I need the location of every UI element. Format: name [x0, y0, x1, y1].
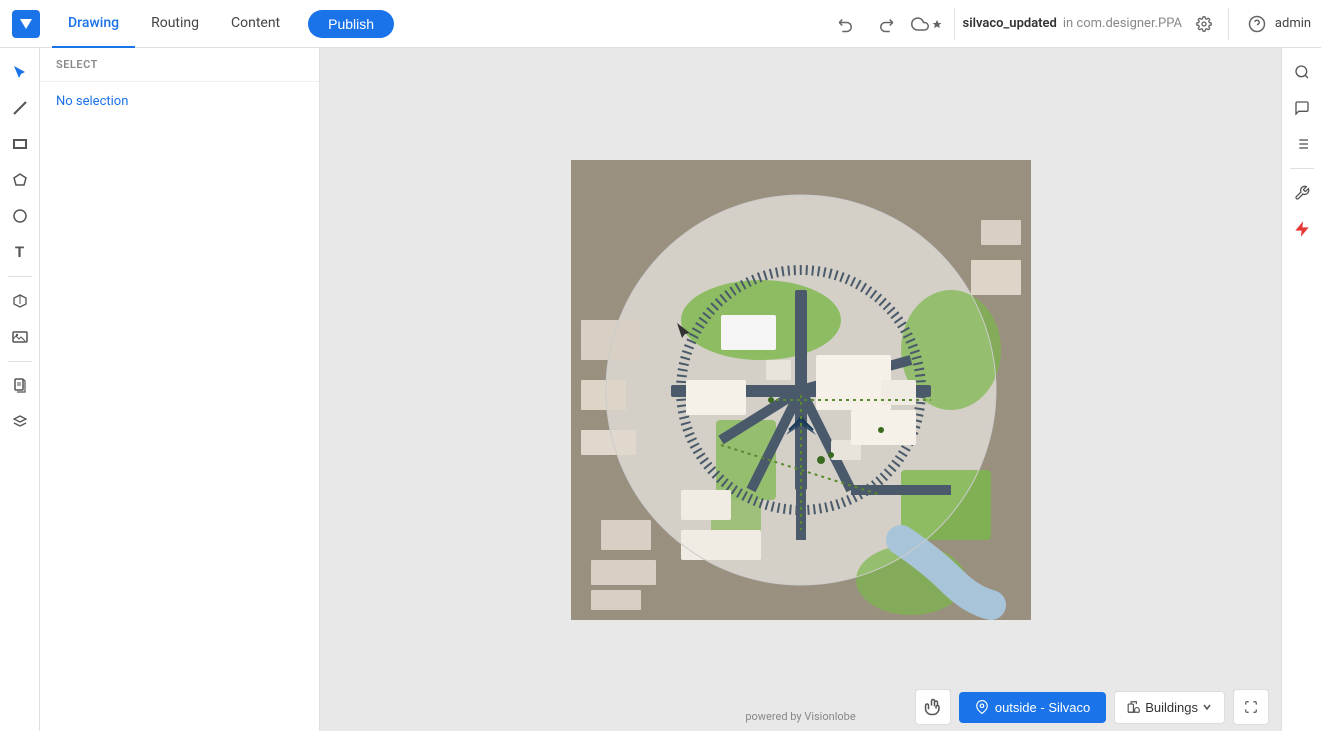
canvas-area[interactable]: powered by Visionlobe outside - Silvaco … [320, 48, 1281, 731]
fullscreen-button[interactable] [1233, 689, 1269, 725]
document-tool[interactable] [4, 370, 36, 402]
tab-content[interactable]: Content [215, 0, 296, 48]
bottom-bar: outside - Silvaco Buildings [320, 683, 1281, 731]
location-label: outside - Silvaco [995, 700, 1090, 715]
tab-drawing[interactable]: Drawing [52, 0, 135, 48]
help-button[interactable] [1241, 8, 1273, 40]
location-button[interactable]: outside - Silvaco [959, 692, 1106, 723]
wrench-panel-button[interactable] [1286, 177, 1318, 209]
text-tool[interactable]: T [4, 236, 36, 268]
redo-button[interactable] [870, 8, 902, 40]
user-menu-button[interactable]: admin [1277, 8, 1309, 40]
polygon-tool[interactable] [4, 164, 36, 196]
project-path: in com.designer.PPA [1063, 16, 1182, 31]
cloud-button[interactable] [910, 8, 942, 40]
buildings-button[interactable]: Buildings [1114, 691, 1225, 724]
select-tool[interactable] [4, 56, 36, 88]
right-panel [1281, 48, 1321, 731]
layers-tool[interactable] [4, 406, 36, 438]
comments-panel-button[interactable] [1286, 92, 1318, 124]
project-name: silvaco_updated [963, 16, 1057, 31]
map-canvas[interactable] [571, 160, 1031, 620]
user-label: admin [1275, 16, 1311, 31]
left-panel: SELECT No selection [40, 48, 320, 731]
3d-box-tool[interactable] [4, 285, 36, 317]
line-tool[interactable] [4, 92, 36, 124]
left-tools-panel: T [0, 48, 40, 731]
topbar: Drawing Routing Content Publish silvaco_… [0, 0, 1321, 48]
hand-tool-button[interactable] [915, 689, 951, 725]
undo-button[interactable] [830, 8, 862, 40]
toolbar-icons [830, 8, 942, 40]
search-panel-button[interactable] [1286, 56, 1318, 88]
no-selection-label: No selection [56, 94, 128, 109]
project-info: silvaco_updated in com.designer.PPA [954, 8, 1229, 40]
logo-button[interactable] [12, 10, 40, 38]
tab-routing[interactable]: Routing [135, 0, 215, 48]
panel-header: SELECT [40, 48, 319, 82]
nav-tabs: Drawing Routing Content [52, 0, 296, 48]
canvas-viewport[interactable]: powered by Visionlobe [320, 48, 1281, 731]
buildings-label: Buildings [1145, 700, 1198, 715]
list-panel-button[interactable] [1286, 128, 1318, 160]
right-icons: admin [1241, 8, 1309, 40]
image-tool[interactable] [4, 321, 36, 353]
panel-content: No selection [40, 82, 319, 731]
circle-tool[interactable] [4, 200, 36, 232]
main-layout: T SELECT No selection [0, 48, 1321, 731]
project-settings-button[interactable] [1188, 8, 1220, 40]
rectangle-tool[interactable] [4, 128, 36, 160]
lightning-panel-button[interactable] [1286, 213, 1318, 245]
publish-button[interactable]: Publish [308, 10, 394, 38]
